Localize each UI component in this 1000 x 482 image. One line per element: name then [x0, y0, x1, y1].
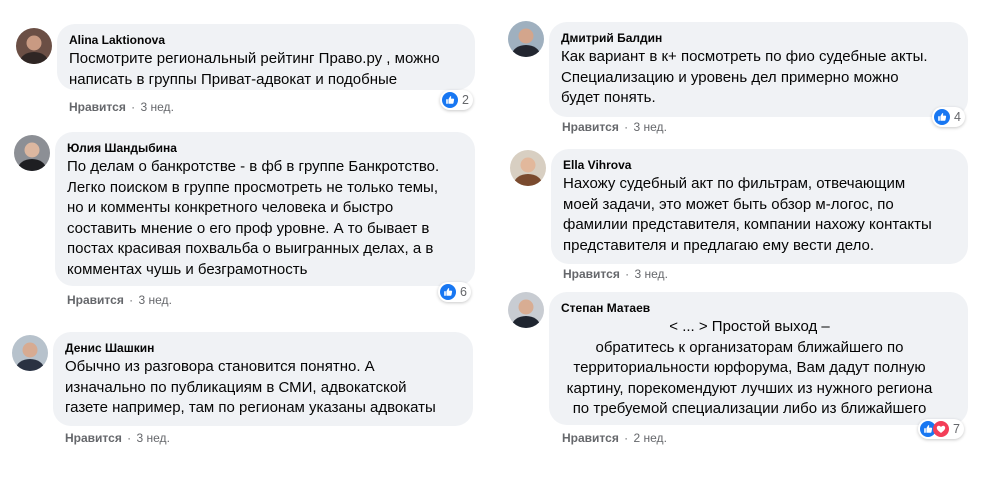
- comment-actions: Нравится · 3 нед.: [562, 120, 667, 134]
- comment-text: По делам о банкротстве - в фб в группе Б…: [67, 158, 440, 278]
- comment-time[interactable]: 3 нед.: [635, 267, 668, 281]
- comment-text: Обычно из разговора становится понятно. …: [65, 358, 436, 416]
- comment-bubble: Юлия Шандыбина По делам о банкротстве - …: [55, 132, 475, 286]
- comment-author[interactable]: Дмитрий Балдин: [561, 30, 956, 46]
- avatar[interactable]: [510, 150, 546, 186]
- comment-bubble: Alina Laktionova Посмотрите региональный…: [57, 24, 475, 90]
- comment-actions: Нравится · 2 нед.: [562, 431, 667, 445]
- separator: ·: [131, 100, 136, 114]
- avatar[interactable]: [508, 292, 544, 328]
- like-button[interactable]: Нравится: [67, 293, 124, 307]
- comment-author[interactable]: Юлия Шандыбина: [67, 140, 463, 156]
- like-button[interactable]: Нравится: [65, 431, 122, 445]
- comment-author[interactable]: Степан Матаев: [549, 300, 968, 316]
- comment-actions: Нравится · 3 нед.: [67, 293, 172, 307]
- comment-time[interactable]: 2 нед.: [634, 431, 667, 445]
- separator: ·: [624, 431, 629, 445]
- comment-time[interactable]: 3 нед.: [137, 431, 170, 445]
- avatar[interactable]: [14, 135, 50, 171]
- reaction-count: 7: [953, 422, 960, 436]
- avatar[interactable]: [508, 21, 544, 57]
- like-button[interactable]: Нравится: [563, 267, 620, 281]
- profile-photo: [508, 21, 544, 57]
- reaction-summary[interactable]: 2: [440, 90, 473, 110]
- profile-photo: [14, 135, 50, 171]
- separator: ·: [129, 293, 134, 307]
- reaction-summary[interactable]: 6: [438, 282, 471, 302]
- profile-photo: [508, 292, 544, 328]
- like-button[interactable]: Нравится: [69, 100, 126, 114]
- comment-text: Как вариант в к+ посмотреть по фио судеб…: [561, 48, 928, 106]
- heart-icon: [933, 421, 949, 437]
- like-icon: [440, 284, 456, 300]
- comment-bubble: Дмитрий Балдин Как вариант в к+ посмотре…: [549, 22, 968, 117]
- comment-text-part: Посмотрите региональный рейтинг: [69, 50, 319, 67]
- comment-link[interactable]: Право.ру: [319, 50, 382, 67]
- like-icon: [934, 109, 950, 125]
- profile-photo: [12, 335, 48, 371]
- comment-time[interactable]: 3 нед.: [139, 293, 172, 307]
- comment-bubble: Денис Шашкин Обычно из разговора станови…: [53, 332, 473, 426]
- reaction-count: 4: [954, 110, 961, 124]
- separator: ·: [625, 267, 630, 281]
- like-icon: [442, 92, 458, 108]
- comment-author[interactable]: Денис Шашкин: [65, 340, 461, 356]
- profile-photo: [16, 28, 52, 64]
- comment-time[interactable]: 3 нед.: [141, 100, 174, 114]
- comment-bubble: Ella Vihrova Нахожу судебный акт по филь…: [551, 149, 968, 264]
- comment-author[interactable]: Ella Vihrova: [563, 157, 956, 173]
- avatar[interactable]: [12, 335, 48, 371]
- profile-photo: [510, 150, 546, 186]
- comment-actions: Нравится · 3 нед.: [563, 267, 668, 281]
- comment-bubble: Степан Матаев < ... > Простой выход – об…: [549, 292, 968, 425]
- comment-text: < ... > Простой выход – обратитесь к орг…: [566, 318, 933, 417]
- comment-text: Нахожу судебный акт по фильтрам, отвечаю…: [563, 175, 932, 254]
- separator: ·: [624, 120, 629, 134]
- reaction-summary[interactable]: 7: [918, 419, 964, 439]
- like-button[interactable]: Нравится: [562, 431, 619, 445]
- reaction-summary[interactable]: 4: [932, 107, 965, 127]
- comment-actions: Нравится · 3 нед.: [65, 431, 170, 445]
- avatar[interactable]: [16, 28, 52, 64]
- reaction-count: 6: [460, 285, 467, 299]
- like-button[interactable]: Нравится: [562, 120, 619, 134]
- comment-author[interactable]: Alina Laktionova: [69, 32, 463, 48]
- comment-text: Посмотрите региональный рейтинг Право.ру…: [69, 49, 463, 90]
- reaction-count: 2: [462, 93, 469, 107]
- comment-actions: Нравится · 3 нед.: [69, 100, 174, 114]
- separator: ·: [127, 431, 132, 445]
- comment-time[interactable]: 3 нед.: [634, 120, 667, 134]
